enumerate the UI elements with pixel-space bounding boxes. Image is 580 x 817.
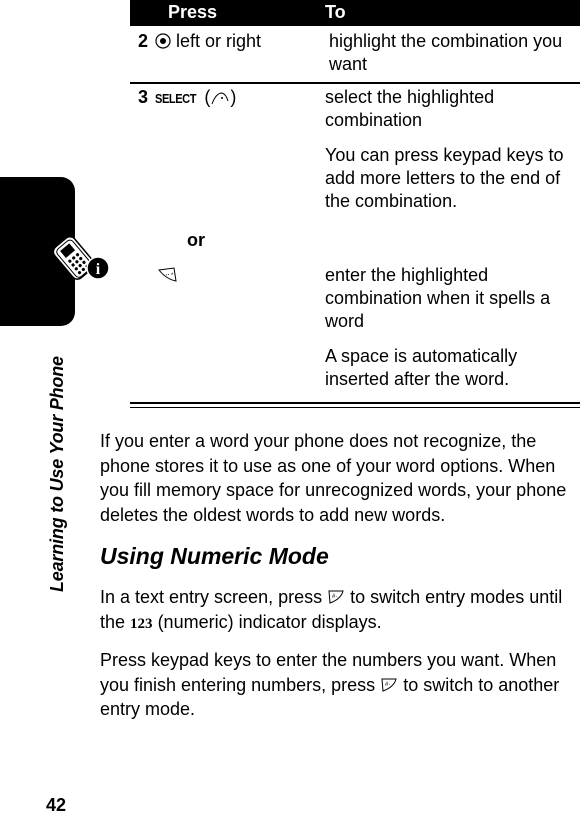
star-key-icon: *	[158, 267, 177, 282]
to-text: highlight the combination you want	[329, 31, 563, 74]
table-bottom-rule	[130, 402, 580, 404]
to-text: enter the highlighted combination when i…	[325, 265, 551, 331]
step-number: 3	[138, 87, 149, 107]
numeric-indicator-icon: 123	[130, 615, 153, 632]
to-note: You can press keypad keys to add more le…	[325, 145, 564, 211]
select-key-label: SELECT	[155, 91, 197, 106]
table-row: 3 SELECT ( ) select the highlighted comb…	[130, 86, 580, 226]
column-header-press: Press	[168, 2, 218, 22]
to-text: select the highlighted combination	[325, 87, 495, 130]
key-press-table: Press To 2 left or right highlight the c…	[130, 0, 580, 408]
to-note: A space is automatically inserted after …	[325, 346, 518, 389]
mode-key-icon: #·	[328, 590, 344, 604]
svg-text:#·: #·	[332, 594, 337, 600]
svg-text:*: *	[171, 273, 174, 279]
step-number: 2	[138, 31, 149, 51]
phone-info-icon: i	[52, 230, 110, 280]
mode-key-icon: #·	[381, 678, 397, 692]
paragraph-text: In a text entry screen, press	[100, 587, 323, 607]
press-cell: SELECT ( )	[155, 86, 236, 110]
paragraph: In a text entry screen, press #· to swit…	[100, 585, 580, 636]
page-number: 42	[46, 795, 67, 815]
press-text: left or right	[176, 31, 262, 51]
press-cell: *	[158, 264, 178, 287]
to-cell: select the highlighted combination You c…	[325, 86, 575, 213]
row-divider	[130, 82, 580, 84]
table-bottom-rule	[130, 407, 580, 408]
nav-key-icon	[155, 33, 171, 49]
table-header: Press To	[130, 0, 580, 26]
paragraph: If you enter a word your phone does not …	[100, 431, 567, 525]
to-cell: highlight the combination you want	[329, 30, 579, 76]
column-header-to: To	[325, 2, 346, 22]
paragraph-text: (numeric) indicator displays.	[157, 611, 382, 632]
paragraph: Press keypad keys to enter the numbers y…	[100, 648, 580, 722]
to-cell: enter the highlighted combination when i…	[325, 264, 575, 391]
table-row: 2 left or right highlight the combinatio…	[130, 28, 580, 82]
right-soft-key-icon	[211, 92, 229, 105]
section-heading: Using Numeric Mode	[100, 543, 329, 569]
table-row: * enter the highlighted combination when…	[130, 264, 580, 399]
svg-text:i: i	[96, 261, 101, 278]
or-connector: or	[187, 230, 205, 250]
press-cell: left or right	[155, 30, 261, 53]
svg-text:#·: #·	[385, 682, 390, 688]
section-label: Learning to Use Your Phone	[47, 356, 67, 592]
